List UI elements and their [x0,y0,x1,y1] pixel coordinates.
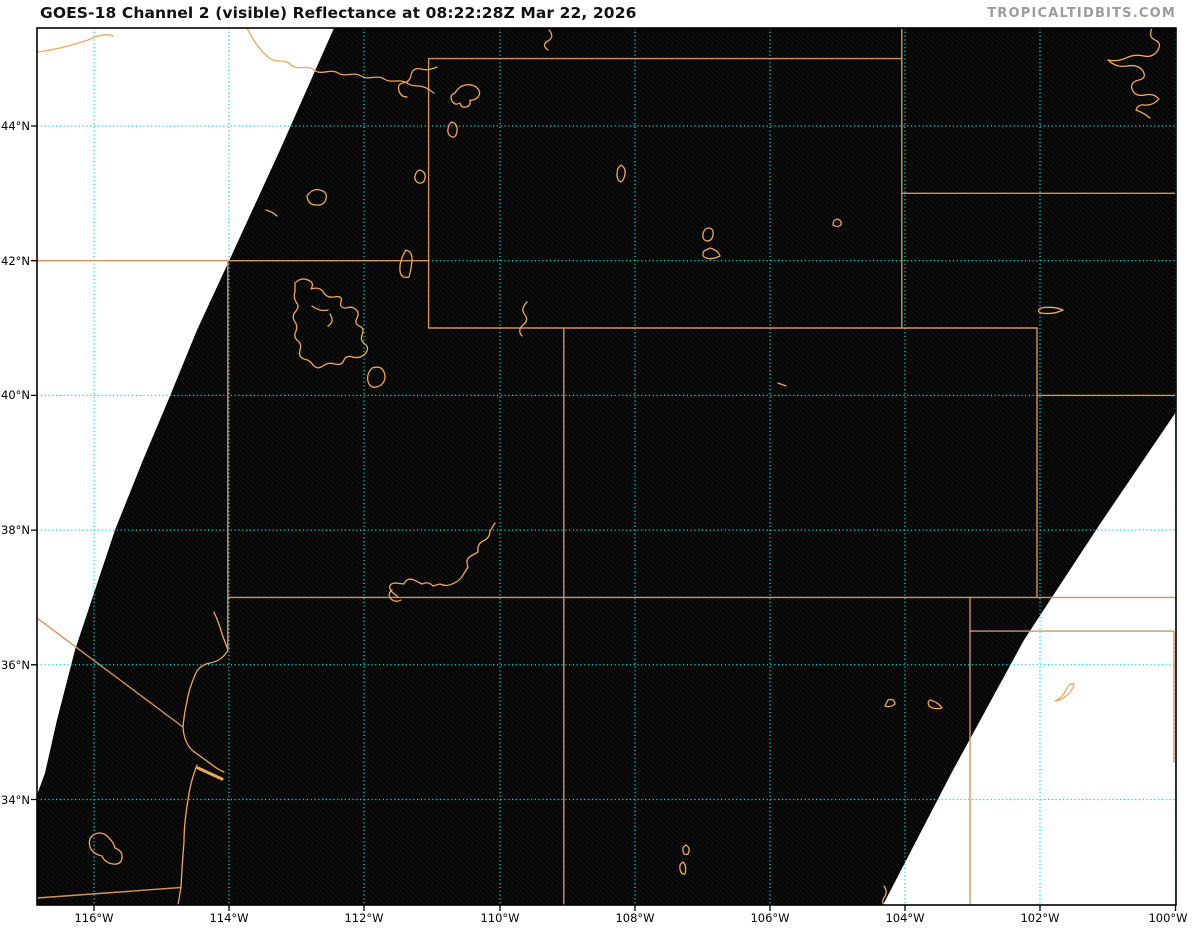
lat-tick-label: 34°N [1,792,30,807]
lon-tick-label: 100°W [1148,911,1188,925]
lon-tick-label: 102°W [1020,911,1060,925]
lon-tick-label: 104°W [885,911,925,925]
lat-tick-label: 42°N [1,253,30,268]
lat-tick-label: 40°N [1,388,30,403]
satellite-map [31,27,1177,911]
lon-tick-label: 114°W [209,911,249,925]
lon-tick-label: 108°W [615,911,655,925]
satellite-image-page: GOES-18 Channel 2 (visible) Reflectance … [0,0,1200,929]
lon-tick-label: 112°W [344,911,384,925]
lat-tick-label: 36°N [1,657,30,672]
lon-tick-label: 106°W [750,911,790,925]
lon-tick-label: 116°W [74,911,114,925]
latitude-ticks [31,125,37,801]
lat-tick-label: 44°N [1,119,30,133]
lon-tick-label: 110°W [480,911,520,925]
lat-tick-label: 38°N [1,523,30,538]
